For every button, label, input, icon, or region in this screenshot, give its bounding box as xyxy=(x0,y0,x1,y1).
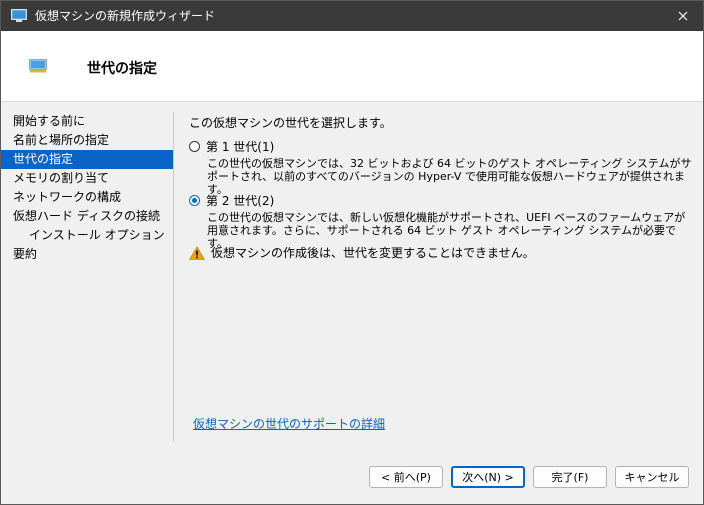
warning-icon xyxy=(189,245,205,260)
previous-button[interactable]: < 前へ(P) xyxy=(369,466,443,488)
wizard-body: 開始する前に 名前と場所の指定 世代の指定 メモリの割り当て ネットワークの構成 仮想ハー… xyxy=(1,102,703,452)
nav-step-item[interactable]: ネットワークの構成 xyxy=(1,188,173,207)
generation-1-description: この世代の仮想マシンでは、32 ビットおよび 64 ビットのゲスト オペレーティ… xyxy=(207,157,692,196)
nav-step-item[interactable]: インストール オプション xyxy=(1,226,173,245)
nav-step-item[interactable]: 開始する前に xyxy=(1,112,173,131)
generation-2-radio[interactable] xyxy=(189,195,200,206)
intro-text: この仮想マシンの世代を選択します。 xyxy=(189,116,392,130)
window-title: 仮想マシンの新規作成ウィザード xyxy=(35,9,216,23)
next-button[interactable]: 次へ(N) > xyxy=(451,466,525,488)
generation-2-option[interactable]: 第 2 世代(2) xyxy=(189,192,274,209)
wizard-step-nav: 開始する前に 名前と場所の指定 世代の指定 メモリの割り当て ネットワークの構成 仮想ハー… xyxy=(1,112,173,264)
warning-text: 仮想マシンの作成後は、世代を変更することはできません。 xyxy=(211,246,535,260)
nav-divider xyxy=(173,112,174,442)
hyperv-app-icon xyxy=(11,9,27,22)
title-bar: 仮想マシンの新規作成ウィザード xyxy=(1,1,703,31)
wizard-window: 仮想マシンの新規作成ウィザード 世代の指定 開始する前に 名前と場所の指定 世代の指… xyxy=(0,0,704,505)
nav-step-item[interactable]: メモリの割り当て xyxy=(1,169,173,188)
generation-1-option[interactable]: 第 1 世代(1) xyxy=(189,138,274,155)
generation-2-label: 第 2 世代(2) xyxy=(206,194,275,208)
generation-support-link[interactable]: 仮想マシンの世代のサポートの詳細 xyxy=(193,415,385,432)
wizard-header: 世代の指定 xyxy=(1,31,703,102)
finish-button[interactable]: 完了(F) xyxy=(533,466,607,488)
page-title: 世代の指定 xyxy=(87,61,157,77)
generation-content: この仮想マシンの世代を選択します。 第 1 世代(1) この世代の仮想マシンでは… xyxy=(189,114,691,260)
nav-step-item[interactable]: 要約 xyxy=(1,245,173,264)
generation-1-label: 第 1 世代(1) xyxy=(206,140,275,154)
wizard-footer: < 前へ(P) 次へ(N) > 完了(F) キャンセル xyxy=(1,452,703,504)
virtual-machine-icon xyxy=(29,59,47,73)
nav-step-item[interactable]: 名前と場所の指定 xyxy=(1,131,173,150)
cancel-button[interactable]: キャンセル xyxy=(615,466,689,488)
close-button[interactable] xyxy=(663,1,703,31)
close-icon xyxy=(678,11,688,21)
nav-step-item[interactable]: 仮想ハード ディスクの接続 xyxy=(1,207,173,226)
generation-1-radio[interactable] xyxy=(189,141,200,152)
warning-message: 仮想マシンの作成後は、世代を変更することはできません。 xyxy=(189,244,535,261)
nav-step-item[interactable]: 世代の指定 xyxy=(1,150,173,169)
